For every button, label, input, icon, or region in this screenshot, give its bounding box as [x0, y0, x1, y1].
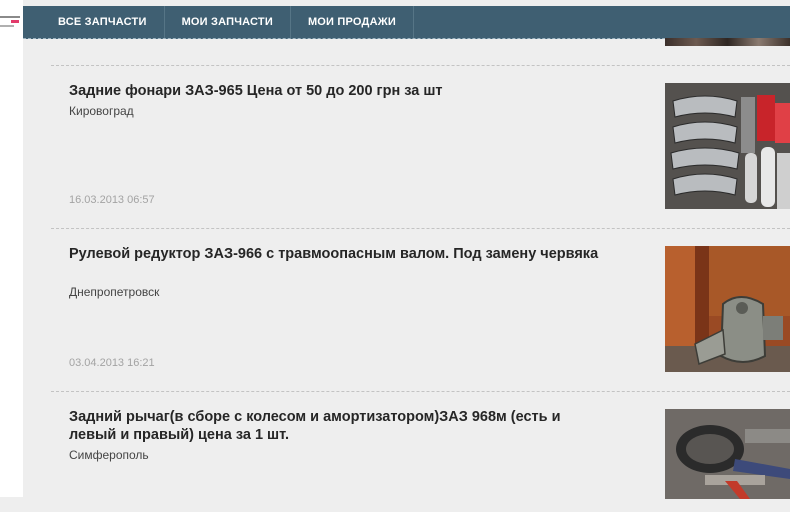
steering-gearbox-photo[interactable]: [665, 246, 790, 372]
site-logo[interactable]: [0, 14, 22, 36]
listing-date: 03.04.2013 16:21: [69, 357, 155, 369]
listing-item[interactable]: Задний рычаг(в сборе с колесом и амортиз…: [51, 392, 790, 512]
tail-lights-photo[interactable]: [665, 83, 790, 209]
listing-city: Симферополь: [69, 448, 149, 462]
rear-arm-wheel-photo[interactable]: [665, 409, 790, 499]
nav-my-parts[interactable]: МОИ ЗАПЧАСТИ: [165, 6, 291, 38]
listing-title[interactable]: Рулевой редуктор ЗАЗ-966 с травмоопасным…: [69, 245, 609, 263]
listing-city: Кировоград: [69, 104, 134, 118]
listing-title[interactable]: Задние фонари ЗАЗ-965 Цена от 50 до 200 …: [69, 82, 609, 100]
listing-city: Днепропетровск: [69, 285, 160, 299]
left-sidebar-strip: [0, 0, 23, 497]
nav-all-parts[interactable]: ВСЕ ЗАПЧАСТИ: [23, 6, 165, 38]
listing-item[interactable]: Рулевой редуктор ЗАЗ-966 с травмоопасным…: [51, 229, 790, 391]
previous-item-thumbnail[interactable]: [665, 38, 790, 46]
listing-date: 16.03.2013 06:57: [69, 194, 155, 206]
top-navigation: ВСЕ ЗАПЧАСТИ МОИ ЗАПЧАСТИ МОИ ПРОДАЖИ: [23, 6, 790, 39]
nav-my-sales[interactable]: МОИ ПРОДАЖИ: [291, 6, 414, 38]
listing-item[interactable]: Задние фонари ЗАЗ-965 Цена от 50 до 200 …: [51, 66, 790, 228]
listing-title[interactable]: Задний рычаг(в сборе с колесом и амортиз…: [69, 408, 609, 444]
